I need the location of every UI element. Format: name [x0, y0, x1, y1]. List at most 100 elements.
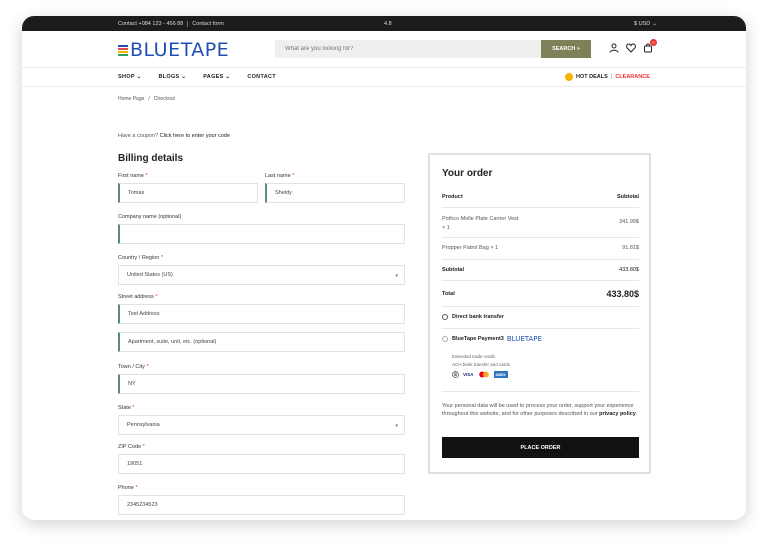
order-item-row: Propper Patrol Bag × 1 91.81$	[442, 245, 639, 251]
divider	[442, 207, 639, 208]
search-button[interactable]: SEARCH »	[541, 40, 591, 58]
main-nav: SHOP ⌄ BLOGS ⌄ PAGES ⌄ CONTACT HOT DEALS…	[22, 67, 746, 87]
contact-form-link[interactable]: Contact form	[192, 21, 223, 27]
contact-phone: Contact +084 123 - 456 88	[118, 20, 184, 27]
payment-bluetape-label: BlueTape Payment3	[452, 336, 504, 342]
street-field[interactable]: Test Address	[118, 304, 405, 324]
header-icons: 0	[609, 39, 657, 53]
company-label: Company name (optional)	[118, 214, 182, 220]
nav-item-pages[interactable]: PAGES ⌄	[203, 74, 230, 80]
privacy-policy-link[interactable]: privacy policy	[599, 411, 636, 417]
bluetape-logo: BLUETAPE	[506, 335, 542, 343]
logo-text: BLUETAPE	[130, 39, 230, 61]
street-group: Street address * Test Address Apartment,…	[118, 294, 405, 352]
order-item-name: Propper Patrol Bag	[442, 245, 489, 251]
apartment-field[interactable]: Apartment, suite, unit, etc. (optional)	[118, 332, 405, 352]
svg-text:B: B	[454, 372, 457, 377]
bank-icon: B	[452, 371, 459, 378]
order-item-qty: × 1	[442, 225, 450, 231]
cart-count-badge: 0	[650, 39, 657, 46]
zip-group: ZIP Code * 19051	[118, 444, 405, 474]
phone-field[interactable]: 2345234523	[118, 495, 405, 515]
browser-frame: Contact +084 123 - 456 88 Contact form 4…	[22, 16, 746, 520]
breadcrumb-current: Checkout	[153, 96, 175, 102]
site-logo[interactable]: BLUETAPE	[118, 41, 229, 60]
clearance-link[interactable]: CLEARANCE	[615, 74, 650, 80]
state-label: State	[118, 405, 131, 411]
country-label: Country / Region	[118, 255, 160, 261]
top-bar: Contact +084 123 - 456 88 Contact form 4…	[22, 16, 746, 31]
first-name-field[interactable]: Tomas	[118, 183, 258, 203]
town-label: Town / City	[118, 364, 145, 370]
state-group: State * Pennsylvania ▾	[118, 405, 405, 435]
breadcrumb-home[interactable]: Home Page	[118, 96, 144, 102]
divider	[442, 391, 639, 392]
state-select[interactable]: Pennsylvania ▾	[118, 415, 405, 435]
divider	[442, 237, 639, 238]
payment-description: Extended trade credit ACH bank transfer …	[452, 353, 510, 369]
search-input[interactable]	[275, 40, 541, 58]
wishlist-heart-icon[interactable]	[626, 43, 636, 53]
company-group: Company name (optional)	[118, 214, 405, 244]
divider	[442, 280, 639, 281]
breadcrumb: Home Page / Checkout	[118, 96, 175, 102]
currency-selector[interactable]: $ USD ⌄	[634, 21, 657, 27]
country-select[interactable]: United States (US) ▾	[118, 265, 405, 285]
amex-icon: AMEX	[493, 371, 508, 378]
town-field[interactable]: NY	[118, 374, 405, 394]
order-item-price: 91.81$	[622, 245, 639, 251]
order-item-row: Pothco Molle Plate Carrier Vest × 1 341.9…	[442, 215, 639, 233]
order-item-price: 341.99$	[619, 219, 639, 225]
col-product: Product	[442, 194, 463, 200]
billing-title: Billing details	[118, 153, 184, 164]
chevron-down-icon: ▾	[395, 273, 398, 279]
zip-field[interactable]: 19051	[118, 454, 405, 474]
visa-icon: VISA	[463, 372, 474, 377]
zip-label: ZIP Code	[118, 444, 142, 450]
payment-desc-line2: ACH bank transfer and cards	[452, 362, 511, 367]
cart-button[interactable]: 0	[643, 39, 657, 53]
divider: |	[610, 74, 613, 80]
total-value: 433.80$	[606, 289, 639, 299]
street-label: Street address	[118, 294, 154, 300]
radio-button[interactable]	[442, 336, 448, 342]
subtotal-value: 433.80$	[619, 267, 639, 273]
search-bar: SEARCH »	[275, 40, 591, 58]
phone-label: Phone	[118, 485, 134, 491]
divider	[187, 20, 189, 27]
payment-desc-line1: Extended trade credit	[452, 354, 495, 359]
payment-option-bank[interactable]: Direct bank transfer	[442, 314, 504, 320]
site-header: BLUETAPE SEARCH » 0	[22, 31, 746, 67]
account-icon[interactable]	[609, 43, 619, 53]
coupon-link[interactable]: Click here to enter your code	[160, 133, 230, 139]
first-name-group: First name * Tomas	[118, 173, 258, 203]
chevron-down-icon: ⌄	[652, 20, 657, 27]
last-name-field[interactable]: Sheldy	[265, 183, 405, 203]
order-title: Your order	[442, 168, 493, 179]
privacy-notice: Your personal data will be used to proce…	[442, 403, 638, 417]
hot-deals-link[interactable]: HOT DEALS	[576, 74, 608, 80]
topbar-center-text: 4.8	[384, 20, 392, 27]
payment-bank-label: Direct bank transfer	[452, 314, 504, 320]
company-field[interactable]	[118, 224, 405, 244]
mastercard-icon	[478, 371, 490, 378]
phone-group: Phone * 2345234523	[118, 485, 405, 515]
nav-item-contact[interactable]: CONTACT	[247, 74, 276, 80]
first-name-label: First name	[118, 173, 144, 179]
logo-mark-icon	[118, 45, 128, 56]
col-subtotal: Subtotal	[617, 194, 639, 200]
nav-item-blogs[interactable]: BLOGS ⌄	[158, 74, 186, 80]
order-item-qty: × 1	[490, 245, 499, 251]
payment-option-bluetape[interactable]: BlueTape Payment3 BLUETAPE	[442, 335, 542, 343]
place-order-button[interactable]: PLACE ORDER	[442, 437, 639, 458]
country-group: Country / Region * United States (US) ▾	[118, 255, 405, 285]
card-logos: B VISA AMEX	[452, 371, 508, 378]
coupon-text: Have a coupon?	[118, 133, 159, 139]
coupon-notice: Have a coupon? Click here to enter your …	[118, 133, 230, 139]
subtotal-row: Subtotal 433.80$	[442, 267, 639, 273]
divider	[442, 259, 639, 260]
order-item-name: Pothco Molle Plate Carrier Vest	[442, 216, 519, 222]
nav-item-shop[interactable]: SHOP ⌄	[118, 74, 141, 80]
radio-button[interactable]	[442, 314, 448, 320]
town-group: Town / City * NY	[118, 364, 405, 394]
